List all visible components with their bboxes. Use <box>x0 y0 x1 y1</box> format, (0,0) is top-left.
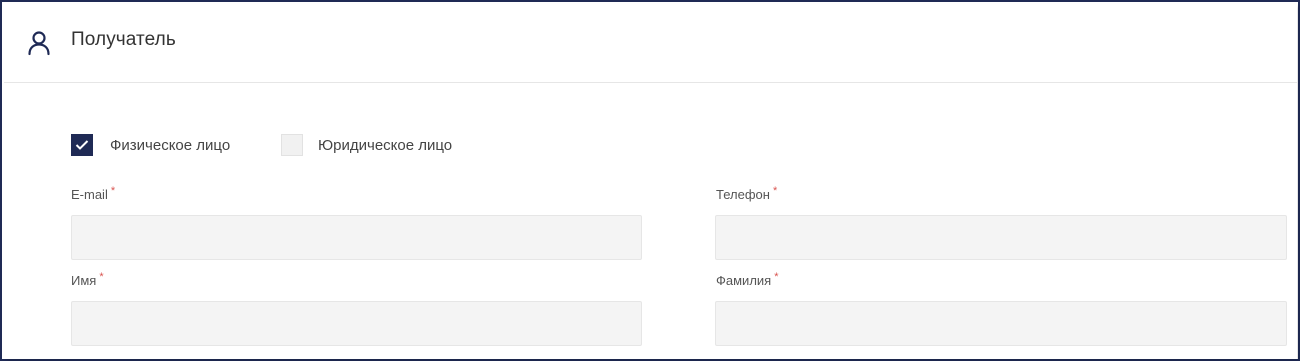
phone-field[interactable] <box>715 215 1287 260</box>
phone-label-text: Телефон <box>716 187 770 202</box>
legal-entity-label[interactable]: Юридическое лицо <box>318 137 452 154</box>
last-name-field[interactable] <box>715 301 1287 346</box>
email-label: E-mail * <box>71 185 116 202</box>
recipient-card: Получатель Физическое лицо Юридическое л… <box>4 4 1297 359</box>
required-mark: * <box>99 271 104 283</box>
first-name-label-text: Имя <box>71 273 97 288</box>
window-frame: Получатель Физическое лицо Юридическое л… <box>0 0 1300 361</box>
first-name-label: Имя * <box>71 271 104 288</box>
user-icon <box>27 30 51 56</box>
required-mark: * <box>110 185 116 197</box>
last-name-label: Фамилия * <box>716 271 779 288</box>
last-name-label-text: Фамилия <box>716 273 772 288</box>
first-name-field[interactable] <box>71 301 642 346</box>
individual-label[interactable]: Физическое лицо <box>110 137 230 154</box>
card-header: Получатель <box>4 4 1297 83</box>
legal-entity-checkbox[interactable] <box>281 134 303 156</box>
email-label-text: E-mail <box>71 187 108 202</box>
email-field[interactable] <box>71 215 642 260</box>
required-mark: * <box>772 185 778 197</box>
checkmark-icon <box>75 140 89 150</box>
required-mark: * <box>774 271 779 283</box>
phone-label: Телефон * <box>716 185 778 202</box>
section-title: Получатель <box>71 29 176 50</box>
individual-checkbox[interactable] <box>71 134 93 156</box>
